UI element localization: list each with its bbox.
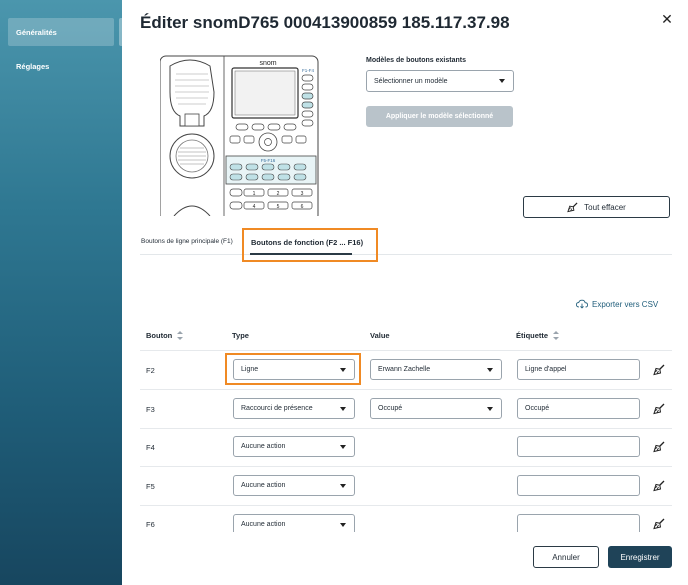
- value-select-value: Erwann Zachelle: [378, 366, 431, 373]
- chevron-down-icon: [487, 367, 493, 372]
- chevron-down-icon: [340, 522, 346, 527]
- label-input[interactable]: Occupé: [517, 398, 640, 419]
- value-select[interactable]: Erwann Zachelle: [370, 359, 502, 380]
- column-header-label: Type: [232, 331, 249, 340]
- column-header-label: Bouton: [146, 331, 173, 340]
- sidebar-item-general[interactable]: Généralités: [8, 18, 114, 46]
- type-highlight-frame: [225, 353, 361, 385]
- keypad-key: 4: [253, 204, 256, 210]
- apply-model-button[interactable]: Appliquer le modèle sélectionné: [366, 106, 513, 127]
- label-input[interactable]: [517, 475, 640, 496]
- column-header-label: Étiquette: [516, 331, 549, 340]
- clear-all-label: Tout effacer: [584, 202, 626, 212]
- phone-label-f5-f16: F5-F16: [261, 158, 276, 163]
- button-key: F6: [146, 520, 155, 529]
- close-icon[interactable]: ✕: [660, 11, 674, 27]
- chevron-down-icon: [487, 406, 493, 411]
- broom-icon[interactable]: [653, 480, 665, 492]
- keypad-key: 3: [301, 191, 304, 197]
- sidebar-item-settings[interactable]: Réglages: [8, 52, 114, 80]
- cloud-download-icon: [576, 299, 588, 309]
- chevron-down-icon: [340, 483, 346, 488]
- tab-function-buttons[interactable]: Boutons de fonction (F2 ... F16): [251, 238, 363, 247]
- page-title: Éditer snomD765 000413900859 185.117.37.…: [140, 13, 510, 32]
- sidebar-item-label: Généralités: [16, 27, 57, 37]
- sidebar-item-label: Réglages: [16, 61, 50, 71]
- label-input[interactable]: Ligne d'appel: [517, 359, 640, 380]
- label-input[interactable]: [517, 436, 640, 457]
- clear-all-button[interactable]: Tout effacer: [523, 196, 670, 218]
- row-divider: [140, 350, 672, 351]
- modal-footer: [122, 532, 688, 585]
- phone-illustration: snom F1-F4 F5-F16 1 2 3 4 5 6: [160, 55, 319, 216]
- button-key: F4: [146, 443, 155, 452]
- type-select-value: Raccourci de présence: [241, 405, 313, 412]
- export-csv-link[interactable]: Exporter vers CSV: [576, 299, 658, 309]
- keypad-key: 6: [301, 204, 304, 210]
- phone-brand: snom: [259, 60, 276, 67]
- type-select-value: Aucune action: [241, 482, 286, 489]
- type-select[interactable]: Aucune action: [233, 475, 355, 496]
- active-tab-underline: [250, 253, 352, 255]
- broom-icon[interactable]: [653, 518, 665, 530]
- cancel-button[interactable]: Annuler: [533, 546, 599, 568]
- chevron-down-icon: [340, 444, 346, 449]
- type-select-value: Aucune action: [241, 443, 286, 450]
- model-select-value: Sélectionner un modèle: [374, 77, 448, 85]
- column-header-button[interactable]: Bouton: [146, 331, 184, 340]
- export-csv-label: Exporter vers CSV: [592, 299, 659, 309]
- chevron-down-icon: [499, 79, 505, 83]
- phone-label-f1-f4: F1-F4: [302, 68, 314, 73]
- keypad-key: 5: [277, 204, 280, 210]
- button-key: F3: [146, 405, 155, 414]
- column-header-type: Type: [232, 331, 249, 340]
- broom-icon[interactable]: [653, 364, 665, 376]
- column-header-label[interactable]: Étiquette: [516, 331, 560, 340]
- save-button[interactable]: Enregistrer: [608, 546, 672, 568]
- tabs-divider: [140, 254, 672, 255]
- sort-icon: [177, 331, 184, 340]
- button-key: F5: [146, 482, 155, 491]
- broom-icon[interactable]: [653, 441, 665, 453]
- chevron-down-icon: [340, 406, 346, 411]
- sort-icon: [553, 331, 560, 340]
- label-input-value: Ligne d'appel: [525, 366, 567, 373]
- tab-main-line-buttons[interactable]: Boutons de ligne principale (F1): [141, 238, 233, 245]
- broom-icon: [567, 201, 578, 212]
- type-select-value: Aucune action: [241, 521, 286, 528]
- column-header-value: Value: [370, 331, 390, 340]
- models-label: Modèles de boutons existants: [366, 57, 466, 64]
- model-select[interactable]: Sélectionner un modèle: [366, 70, 514, 92]
- type-select[interactable]: Raccourci de présence: [233, 398, 355, 419]
- type-select[interactable]: Aucune action: [233, 436, 355, 457]
- row-divider: [140, 466, 672, 467]
- row-divider: [140, 389, 672, 390]
- row-divider: [140, 428, 672, 429]
- sidebar: Généralités Réglages: [0, 0, 122, 585]
- button-key: F2: [146, 366, 155, 375]
- broom-icon[interactable]: [653, 403, 665, 415]
- value-select-value: Occupé: [378, 405, 403, 412]
- row-divider: [140, 505, 672, 506]
- value-select[interactable]: Occupé: [370, 398, 502, 419]
- keypad-key: 2: [277, 191, 280, 197]
- keypad-key: 1: [253, 191, 256, 197]
- edit-modal: Éditer snomD765 000413900859 185.117.37.…: [122, 0, 688, 585]
- label-input-value: Occupé: [525, 405, 550, 412]
- column-header-label: Value: [370, 331, 390, 340]
